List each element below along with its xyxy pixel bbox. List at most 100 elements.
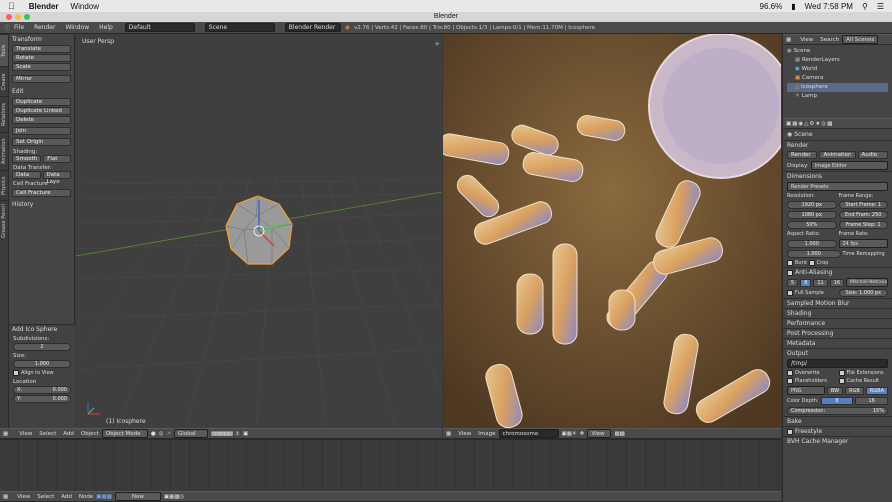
3d-viewport[interactable]: User Persp (1) Icosphere + xyxy=(76,34,442,428)
filter-selector[interactable]: Mitchell-Netraval xyxy=(846,278,888,287)
edit-panel-header[interactable]: Edit xyxy=(9,87,74,96)
menu-select[interactable]: Select xyxy=(39,431,56,437)
pin-icon[interactable]: ❖ xyxy=(580,431,585,437)
freestyle-checkbox[interactable] xyxy=(787,428,793,435)
node-tools-icons[interactable]: ▣▦▩◎ xyxy=(164,494,184,500)
aa-16-button[interactable]: 16 xyxy=(829,278,845,287)
tab-physics[interactable]: Physics xyxy=(0,170,8,200)
rgb-button[interactable]: RGB xyxy=(845,386,864,395)
manipulator-icon[interactable]: ➚ xyxy=(166,431,171,437)
tab-tools[interactable]: Tools xyxy=(0,34,8,66)
menu-render[interactable]: Render xyxy=(34,24,55,31)
location-y-field[interactable]: Y: 0.000 xyxy=(13,395,71,403)
translate-button[interactable]: Translate xyxy=(12,45,71,53)
audio-button[interactable]: Audio xyxy=(857,151,889,159)
all-scenes-selector[interactable]: All Scenes xyxy=(842,35,879,44)
pivot-icon[interactable]: ◎ xyxy=(159,431,164,437)
render-engine-selector[interactable]: Blender Render xyxy=(284,23,341,32)
performance-panel-header[interactable]: Performance xyxy=(783,318,892,328)
fps-selector[interactable]: 24 fps xyxy=(838,239,888,248)
history-panel-header[interactable]: History xyxy=(9,200,74,209)
file-ext-checkbox[interactable] xyxy=(838,370,845,376)
display-channels-icon[interactable]: ▩▩ xyxy=(614,431,624,437)
editor-type-image-icon[interactable]: ▦ xyxy=(446,431,451,437)
dimensions-panel-header[interactable]: Dimensions xyxy=(783,171,892,181)
image-selector[interactable]: chromosome refere... xyxy=(498,429,559,445)
outliner-search-menu[interactable]: Search xyxy=(820,37,839,43)
operator-title[interactable]: Add Ico Sphere xyxy=(9,325,75,334)
overwrite-checkbox[interactable] xyxy=(787,370,793,376)
data-button[interactable]: Data xyxy=(12,171,41,179)
window-menu[interactable]: Window xyxy=(71,2,99,11)
aa-5-button[interactable]: 5 xyxy=(787,278,799,287)
mode-selector[interactable]: Object Mode xyxy=(101,429,148,438)
crop-checkbox[interactable] xyxy=(808,260,815,266)
menu-node[interactable]: Node xyxy=(79,494,93,500)
end-frame-field[interactable]: End Fram: 250 xyxy=(838,211,888,219)
flat-button[interactable]: Flat xyxy=(43,155,71,163)
tab-relations[interactable]: Relations xyxy=(0,96,8,132)
layout-selector[interactable]: Default xyxy=(124,23,195,32)
add-region-icon[interactable]: + xyxy=(434,40,440,48)
transform-panel-header[interactable]: Transform xyxy=(9,35,74,44)
menu-image[interactable]: Image xyxy=(478,431,495,437)
post-processing-panel-header[interactable]: Post Processing xyxy=(783,328,892,338)
bw-button[interactable]: BW xyxy=(826,386,844,395)
placeholders-checkbox[interactable] xyxy=(787,378,793,384)
properties-context-icons[interactable]: ▣▦◉△⚙★◎▩ xyxy=(786,121,833,127)
menu-window[interactable]: Window xyxy=(65,24,89,31)
menu-icon[interactable]: ☰ xyxy=(877,2,884,11)
battery-icon[interactable]: ▮ xyxy=(791,2,795,11)
join-button[interactable]: Join xyxy=(12,127,71,135)
border-checkbox[interactable] xyxy=(787,260,793,266)
outliner-item-world[interactable]: ◉ World xyxy=(787,65,888,74)
filter-size-field[interactable]: Size: 1.000 px xyxy=(838,289,888,297)
size-field[interactable]: 1.000 xyxy=(13,360,71,368)
layers-icon[interactable]: ▩▩▩▩▩ xyxy=(211,431,233,437)
scene-selector[interactable]: Scene xyxy=(204,23,275,32)
menu-view[interactable]: View xyxy=(19,431,32,437)
menu-object[interactable]: Object xyxy=(81,431,99,437)
menu-help[interactable]: Help xyxy=(99,24,113,31)
editor-type-3d-icon[interactable]: ▦ xyxy=(3,431,8,437)
rotate-button[interactable]: Rotate xyxy=(12,54,71,62)
close-button[interactable] xyxy=(6,14,12,20)
outliner-view-menu[interactable]: View xyxy=(800,37,813,43)
duplicate-linked-button[interactable]: Duplicate Linked xyxy=(12,107,71,115)
search-icon[interactable]: ⚲ xyxy=(862,2,868,11)
render-icon[interactable]: ▣ xyxy=(243,431,248,437)
aspect-y-field[interactable]: 1.000 xyxy=(787,250,841,258)
shading-panel-header[interactable]: Shading xyxy=(783,308,892,318)
full-sample-checkbox[interactable] xyxy=(787,290,793,296)
tab-create[interactable]: Create xyxy=(0,66,8,96)
node-editor-area[interactable] xyxy=(0,439,781,492)
zoom-button[interactable] xyxy=(24,14,30,20)
render-button[interactable]: Render xyxy=(787,151,818,159)
freestyle-panel-header[interactable]: Freestyle xyxy=(783,426,892,436)
snap-icon[interactable]: ⚓ xyxy=(235,431,240,437)
cell-fracture-button[interactable]: Cell Fracture xyxy=(12,189,71,197)
subdivisions-field[interactable]: 2 xyxy=(13,343,71,351)
res-y-field[interactable]: 1080 px xyxy=(787,211,837,219)
view-mode-selector[interactable]: View xyxy=(587,429,612,438)
outliner-item-camera[interactable]: ▣ Camera xyxy=(787,74,888,83)
tab-animation[interactable]: Animation xyxy=(0,132,8,170)
menu-image-view[interactable]: View xyxy=(458,431,471,437)
menu-node-view[interactable]: View xyxy=(17,494,30,500)
image-editor[interactable] xyxy=(443,34,781,428)
cache-checkbox[interactable] xyxy=(838,378,845,384)
outliner-item-lamp[interactable]: ☀ Lamp xyxy=(787,92,888,101)
smooth-button[interactable]: Smooth xyxy=(12,155,42,163)
aa-11-button[interactable]: 11 xyxy=(813,278,828,287)
location-x-field[interactable]: X: 0.000 xyxy=(13,386,71,394)
duplicate-button[interactable]: Duplicate xyxy=(12,98,71,106)
output-path-field[interactable]: /tmp/ xyxy=(787,359,888,368)
battery-label[interactable]: 96.6% xyxy=(760,2,783,11)
align-checkbox[interactable] xyxy=(13,370,19,376)
app-menu[interactable]: Blender xyxy=(29,2,59,11)
depth-16-button[interactable]: 16 xyxy=(855,397,888,405)
render-presets-selector[interactable]: Render Presets xyxy=(787,182,888,191)
format-selector[interactable]: PNG xyxy=(787,386,825,395)
apple-icon[interactable]:  xyxy=(8,1,15,11)
depth-8-button[interactable]: 8 xyxy=(820,397,854,405)
